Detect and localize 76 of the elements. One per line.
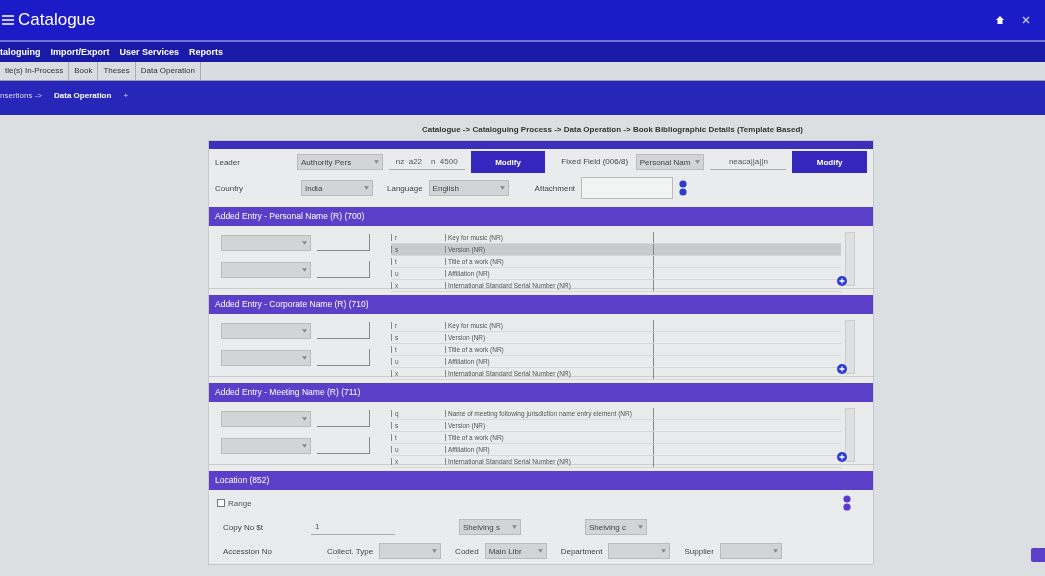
scrollbar[interactable]	[845, 320, 855, 374]
dropdown[interactable]: Shelving c	[585, 519, 647, 535]
add-remove-icon[interactable]	[843, 495, 851, 511]
caret-icon	[499, 186, 505, 190]
input-field[interactable]	[317, 322, 370, 339]
close-icon[interactable]	[1021, 15, 1031, 25]
caret-icon	[695, 160, 701, 164]
caret-icon	[302, 329, 307, 333]
modify-button[interactable]: Modify	[470, 151, 546, 173]
checkbox-label: Range	[228, 498, 252, 508]
dropdown[interactable]: Personal Nam	[635, 154, 705, 170]
input-field[interactable]: nz a22 n 4500	[388, 154, 465, 170]
dropdown[interactable]: Shelving s	[459, 519, 521, 535]
caret-icon	[302, 444, 307, 448]
add-remove-icon[interactable]	[679, 180, 688, 196]
dropdown[interactable]: India	[301, 180, 373, 196]
field-label: Language	[387, 183, 423, 193]
input-field[interactable]	[317, 437, 370, 454]
field-label: Collect. Type	[327, 546, 374, 556]
caret-icon	[537, 549, 543, 553]
input-field[interactable]	[317, 349, 370, 366]
caret-icon	[661, 549, 667, 553]
checkbox[interactable]	[217, 499, 225, 507]
input-field[interactable]	[317, 234, 370, 251]
dropdown[interactable]: Main Libr	[484, 543, 547, 559]
input-field[interactable]	[317, 261, 370, 278]
add-icon[interactable]	[837, 452, 847, 462]
menu-item[interactable]: Import/Export	[50, 47, 110, 57]
field-label: Supplier	[684, 546, 714, 556]
scrollbar[interactable]	[845, 232, 855, 286]
breadcrumb-link[interactable]: Data Operation	[54, 90, 112, 100]
menu-item[interactable]: Reports	[189, 47, 224, 57]
caret-icon	[364, 186, 369, 190]
tab[interactable]: Book	[69, 62, 99, 80]
caret-icon	[432, 549, 438, 553]
field-label: Coded	[455, 546, 479, 556]
caret-icon	[638, 525, 643, 529]
tab[interactable]: tle(s) In-Process	[0, 62, 70, 80]
breadcrumb-link[interactable]: +	[123, 90, 129, 100]
field-label: Accession No	[222, 546, 273, 556]
caret-icon	[512, 525, 517, 529]
home-icon[interactable]	[995, 15, 1005, 25]
field-label: Country	[215, 183, 244, 193]
menu-item[interactable]: taloguing	[0, 47, 41, 57]
caret-icon	[302, 356, 307, 360]
section-header: Added Entry - Corporate Name (R) (710)	[209, 295, 873, 314]
page-path: Catalogue -> Cataloguing Process -> Data Operation -> Book Bibliographic Details (Template Based)	[420, 124, 803, 136]
caret-icon	[302, 268, 307, 272]
add-icon[interactable]	[837, 364, 847, 374]
field-label: Copy No $t	[222, 522, 265, 532]
app-title: Catalogue	[18, 10, 96, 30]
section-header: Location (852)	[209, 471, 873, 490]
section-header: Added Entry - Personal Name (R) (700)	[209, 207, 873, 226]
modify-button[interactable]: Modify	[792, 151, 867, 173]
field-label: Fixed Field (006/8)	[561, 157, 630, 167]
input-field[interactable]: neaca||a||n	[710, 154, 787, 170]
caret-icon	[772, 549, 778, 553]
field-label: Leader	[215, 157, 241, 167]
field-label: Attachment	[534, 183, 576, 193]
menu-item[interactable]: User Services	[119, 47, 180, 57]
caret-icon	[302, 241, 307, 245]
dropdown[interactable]: Authority Pers	[296, 154, 383, 170]
scrollbar[interactable]	[845, 408, 855, 462]
section-header: Added Entry - Meeting Name (R) (711)	[209, 383, 873, 402]
caret-icon	[373, 160, 379, 164]
caret-icon	[302, 417, 307, 421]
dropdown[interactable]: English	[428, 180, 509, 196]
field-label: Department	[560, 546, 603, 556]
tab[interactable]: Data Operation	[135, 62, 201, 80]
input-field[interactable]: 1	[311, 519, 395, 535]
attachment-field[interactable]	[581, 177, 674, 199]
breadcrumb-link[interactable]: nsertions ->	[0, 90, 43, 100]
tab[interactable]: Theses	[98, 62, 136, 80]
menu-icon[interactable]	[2, 14, 14, 26]
add-icon[interactable]	[837, 276, 847, 286]
input-field[interactable]	[317, 410, 370, 427]
